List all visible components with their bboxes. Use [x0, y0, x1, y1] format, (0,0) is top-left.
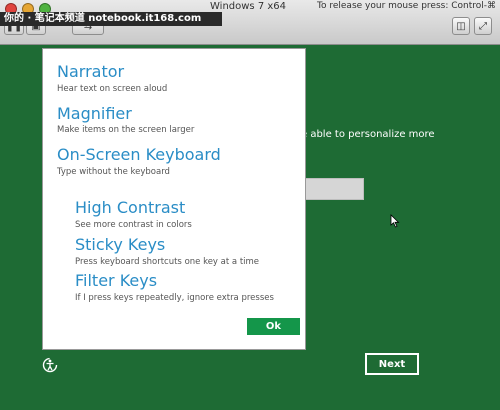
background-page-text: e able to personalize more: [301, 129, 435, 140]
ease-of-access-icon[interactable]: [42, 357, 58, 373]
option-sticky-keys-desc: Press keyboard shortcuts one key at a ti…: [75, 257, 260, 267]
option-magnifier-desc: Make items on the screen larger: [57, 125, 195, 135]
window-mode-button[interactable]: ◫: [452, 17, 470, 35]
option-onscreen-keyboard-desc: Type without the keyboard: [57, 167, 170, 177]
ok-button[interactable]: Ok: [247, 318, 300, 335]
release-mouse-hint: To release your mouse press: Control-⌘: [317, 1, 496, 11]
option-high-contrast-title[interactable]: High Contrast: [75, 198, 185, 217]
option-sticky-keys-title[interactable]: Sticky Keys: [75, 235, 165, 254]
option-onscreen-keyboard-title[interactable]: On-Screen Keyboard: [57, 145, 221, 164]
option-filter-keys-desc: If I press keys repeatedly, ignore extra…: [75, 293, 274, 303]
next-button[interactable]: Next: [365, 353, 419, 375]
site-watermark: 你的 · 笔记本频道 notebook.it168.com: [0, 12, 222, 26]
window-title: Windows 7 x64: [210, 1, 287, 12]
option-filter-keys-title[interactable]: Filter Keys: [75, 271, 157, 290]
option-high-contrast-desc: See more contrast in colors: [75, 220, 192, 230]
mouse-cursor-icon: [390, 214, 400, 228]
option-narrator-title[interactable]: Narrator: [57, 62, 124, 81]
background-input-field[interactable]: [302, 178, 364, 200]
fullscreen-icon: ⤢: [479, 20, 487, 32]
fullscreen-button[interactable]: ⤢: [474, 17, 492, 35]
option-magnifier-title[interactable]: Magnifier: [57, 104, 132, 123]
option-narrator-desc: Hear text on screen aloud: [57, 84, 168, 94]
window-mode-icon: ◫: [456, 20, 466, 32]
ease-of-access-panel: Narrator Hear text on screen aloud Magni…: [42, 48, 306, 350]
